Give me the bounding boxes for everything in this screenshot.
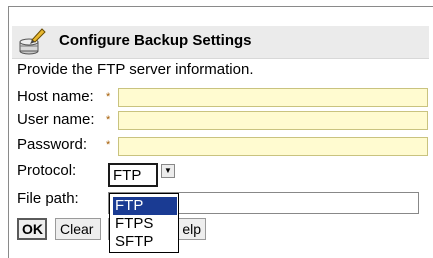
file-path-label: File path:: [17, 190, 79, 207]
ok-button[interactable]: OK: [17, 218, 47, 240]
protocol-dropdown-list[interactable]: FTP FTPS SFTP: [109, 193, 179, 253]
dialog-header: Configure Backup Settings: [12, 26, 429, 59]
chevron-down-icon[interactable]: ▼: [161, 164, 175, 178]
clear-button[interactable]: Clear: [55, 218, 101, 240]
protocol-option-ftp[interactable]: FTP: [113, 197, 177, 215]
backup-settings-icon: [18, 27, 46, 57]
page-title: Configure Backup Settings: [59, 32, 252, 49]
protocol-select[interactable]: FTP: [108, 163, 158, 187]
user-name-field[interactable]: [118, 111, 428, 130]
required-marker: *: [106, 139, 111, 151]
protocol-label: Protocol:: [17, 162, 77, 179]
host-name-label: Host name:: [17, 88, 94, 105]
required-marker: *: [106, 91, 111, 103]
password-label: Password:: [17, 136, 88, 153]
intro-text: Provide the FTP server information.: [17, 61, 254, 78]
protocol-option-ftps[interactable]: FTPS: [113, 215, 177, 233]
required-marker: *: [106, 114, 111, 126]
protocol-option-sftp[interactable]: SFTP: [113, 233, 177, 251]
host-name-field[interactable]: [118, 88, 428, 107]
user-name-label: User name:: [17, 111, 95, 128]
password-field[interactable]: [118, 137, 428, 156]
